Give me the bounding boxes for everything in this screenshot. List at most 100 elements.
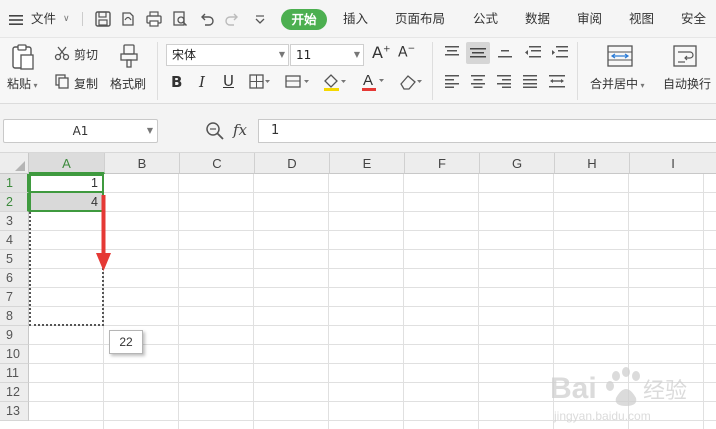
column-header-i[interactable]: I [630,153,716,174]
row-header-5[interactable]: 5 [0,250,29,269]
fill-range-outline [29,212,104,326]
row-header-8[interactable]: 8 [0,307,29,326]
divider [432,42,433,100]
align-middle-icon[interactable] [466,42,490,64]
decrease-font-icon[interactable]: A− [398,44,415,61]
align-top-icon[interactable] [444,45,460,62]
undo-icon[interactable] [198,10,216,28]
row-header-11[interactable]: 11 [0,364,29,383]
font-name-select[interactable]: 宋体 ▼ [166,44,289,66]
row-header-4[interactable]: 4 [0,231,29,250]
column-header-b[interactable]: B [105,153,180,174]
name-box[interactable]: A1 ▼ [3,119,158,143]
column-header-e[interactable]: E [330,153,405,174]
row-header-1[interactable]: 1 [0,174,29,193]
quick-access-dropdown-icon[interactable] [251,10,269,28]
format-painter-button[interactable]: 格式刷 [110,75,146,92]
format-painter-icon[interactable] [117,43,141,72]
justify-icon[interactable] [522,74,538,91]
font-name-value: 宋体 [172,48,197,62]
print-icon[interactable] [145,10,163,28]
row-header-12[interactable]: 12 [0,383,29,402]
paste-button[interactable]: 粘贴 ▾ [7,75,38,92]
chevron-down-icon: ▼ [278,50,285,59]
tab-security[interactable]: 安全 [681,0,706,38]
svg-text:Bai: Bai [550,372,597,405]
row-header-10[interactable]: 10 [0,345,29,364]
cell-style-icon[interactable] [285,74,311,93]
paste-label: 粘贴 [7,77,32,91]
cell-a1[interactable]: 1 [29,174,104,193]
row-header-9[interactable]: 9 [0,326,29,345]
ribbon-home: 粘贴 ▾ 剪切 复制 格式刷 宋体 ▼ 11 ▼ A+ A− B I U A 合… [0,38,716,104]
tab-home[interactable]: 开始 [281,9,327,30]
tab-insert[interactable]: 插入 [343,0,368,38]
font-color-icon[interactable]: A [361,71,387,95]
name-box-value: A1 [72,124,89,138]
copy-button[interactable]: 复制 [74,75,98,92]
file-chevron-down-icon[interactable]: ∨ [63,0,70,38]
baidu-watermark-logo: Bai 经验 jingyan.baidu.com [548,358,698,428]
tab-page-layout[interactable]: 页面布局 [395,0,445,38]
column-header-f[interactable]: F [405,153,480,174]
divider [577,42,578,100]
italic-icon[interactable]: I [199,73,205,91]
border-icon[interactable] [249,74,271,93]
svg-text:A: A [363,72,373,89]
save-icon[interactable] [94,10,112,28]
tab-review[interactable]: 审阅 [577,0,602,38]
print-preview-icon[interactable] [171,10,189,28]
column-header-a[interactable]: A [29,153,105,174]
fx-icon[interactable]: fx [233,121,247,139]
tab-view[interactable]: 视图 [629,0,654,38]
column-header-g[interactable]: G [480,153,555,174]
divider [82,12,83,26]
distributed-align-icon[interactable] [548,74,566,91]
formula-bar: A1 ▼ fx 1 [0,104,716,153]
row-header-2[interactable]: 2 [0,193,29,212]
align-right-icon[interactable] [496,74,512,91]
wrap-text-button[interactable]: 自动换行 [663,75,711,92]
column-header-h[interactable]: H [555,153,630,174]
font-size-value: 11 [296,48,312,62]
tab-data[interactable]: 数据 [525,0,550,38]
formula-input[interactable]: 1 [258,119,716,143]
fill-color-icon[interactable] [322,72,348,95]
column-header-d[interactable]: D [255,153,330,174]
decrease-indent-icon[interactable] [524,45,542,62]
column-header-c[interactable]: C [180,153,255,174]
cut-button[interactable]: 剪切 [74,46,98,63]
row-header-7[interactable]: 7 [0,288,29,307]
copy-icon[interactable] [54,73,70,92]
bold-icon[interactable]: B [171,73,182,91]
tab-formulas[interactable]: 公式 [473,0,498,38]
increase-font-icon[interactable]: A+ [372,43,391,62]
export-pdf-icon[interactable] [119,10,137,28]
row-header-13[interactable]: 13 [0,402,29,421]
row-header-6[interactable]: 6 [0,269,29,288]
row-header-3[interactable]: 3 [0,212,29,231]
wrap-text-icon[interactable] [673,44,699,71]
align-center-icon[interactable] [470,74,486,91]
select-all-corner[interactable] [0,153,29,174]
merge-center-label: 合并居中 [590,77,639,91]
zoom-icon[interactable] [205,121,225,144]
underline-icon[interactable]: U [223,72,234,90]
menu-icon[interactable] [9,0,23,38]
merge-center-button[interactable]: 合并居中 ▾ [590,75,645,92]
increase-indent-icon[interactable] [551,45,569,62]
eraser-icon[interactable] [398,73,424,94]
align-left-icon[interactable] [444,74,460,91]
drag-down-arrow-icon [96,195,111,271]
align-bottom-icon[interactable] [497,45,513,62]
file-menu[interactable]: 文件 [31,0,56,38]
paste-icon[interactable] [10,43,36,74]
redo-icon[interactable] [223,10,241,28]
divider [157,42,158,100]
font-size-select[interactable]: 11 ▼ [290,44,364,66]
spreadsheet-grid: A B C D E F G H I 1 2 3 4 5 6 7 8 9 10 1… [0,153,716,429]
cell-a2[interactable]: 4 [29,193,104,212]
fill-value-tooltip: 22 [109,330,143,354]
scissors-icon[interactable] [54,45,70,64]
merge-center-icon[interactable] [607,44,633,71]
